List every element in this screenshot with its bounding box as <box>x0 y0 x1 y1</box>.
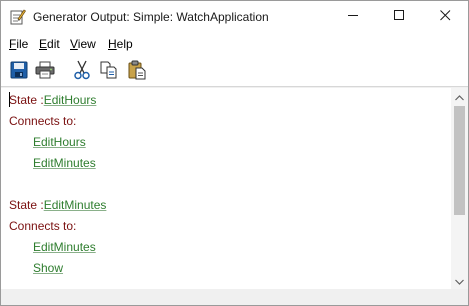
output-text-area[interactable]: State :EditHours Connects to: EditHours … <box>1 88 451 289</box>
cut-button[interactable] <box>70 59 94 83</box>
connects-label: Connects to: <box>9 219 77 233</box>
state-link[interactable]: EditMinutes <box>44 198 107 212</box>
generator-output-window: Generator Output: Simple: WatchApplicati… <box>0 0 469 306</box>
minimize-button[interactable] <box>330 1 376 32</box>
state-prefix: State : <box>9 198 44 212</box>
maximize-button[interactable] <box>376 1 422 32</box>
print-icon <box>35 61 55 82</box>
target-link[interactable]: EditMinutes <box>33 156 96 174</box>
menu-view[interactable]: View <box>70 37 96 51</box>
paste-button[interactable] <box>125 59 149 83</box>
menu-view-accel: V <box>70 37 78 51</box>
save-button[interactable] <box>7 59 31 83</box>
text-caret <box>9 92 10 107</box>
state-link[interactable]: EditHours <box>44 93 97 107</box>
state-line: State :EditMinutes <box>9 198 106 216</box>
copy-button[interactable] <box>97 59 121 83</box>
status-bar <box>1 289 468 305</box>
paste-icon <box>128 60 146 83</box>
toolbar-separator <box>63 60 64 82</box>
scroll-up-icon <box>455 90 464 104</box>
cut-icon <box>73 60 91 83</box>
copy-icon <box>100 61 118 82</box>
menu-help[interactable]: Help <box>108 37 133 51</box>
save-icon <box>10 61 28 82</box>
menu-help-label: elp <box>116 37 133 51</box>
close-button[interactable] <box>422 1 468 32</box>
menu-view-label: iew <box>77 37 96 51</box>
toolbar-separator <box>155 60 156 82</box>
state-line: State :EditHours <box>9 93 96 111</box>
target-link[interactable]: Show <box>33 261 63 279</box>
menu-edit[interactable]: Edit <box>39 37 60 51</box>
target-link[interactable]: EditMinutes <box>33 240 96 258</box>
menu-edit-label: dit <box>47 37 60 51</box>
menu-file[interactable]: File <box>9 37 28 51</box>
title-bar[interactable]: Generator Output: Simple: WatchApplicati… <box>1 1 468 33</box>
scroll-thumb[interactable] <box>454 106 465 215</box>
scroll-up-button[interactable] <box>451 88 468 105</box>
scroll-down-button[interactable] <box>451 272 468 289</box>
maximize-icon <box>393 9 405 24</box>
window-title: Generator Output: Simple: WatchApplicati… <box>33 10 269 24</box>
target-link[interactable]: EditHours <box>33 135 86 153</box>
notepad-pencil-icon <box>9 8 26 25</box>
menu-help-accel: H <box>108 37 117 51</box>
minimize-icon <box>347 10 359 24</box>
scroll-down-icon <box>455 274 464 288</box>
close-icon <box>439 9 451 24</box>
menu-file-label: ile <box>16 37 29 51</box>
connects-label: Connects to: <box>9 114 77 128</box>
print-button[interactable] <box>33 59 57 83</box>
toolbar <box>1 55 468 87</box>
menu-bar: File Edit View Help <box>1 33 468 55</box>
menu-edit-accel: E <box>39 37 48 51</box>
state-prefix: State : <box>9 93 44 107</box>
vertical-scrollbar[interactable] <box>451 88 468 289</box>
